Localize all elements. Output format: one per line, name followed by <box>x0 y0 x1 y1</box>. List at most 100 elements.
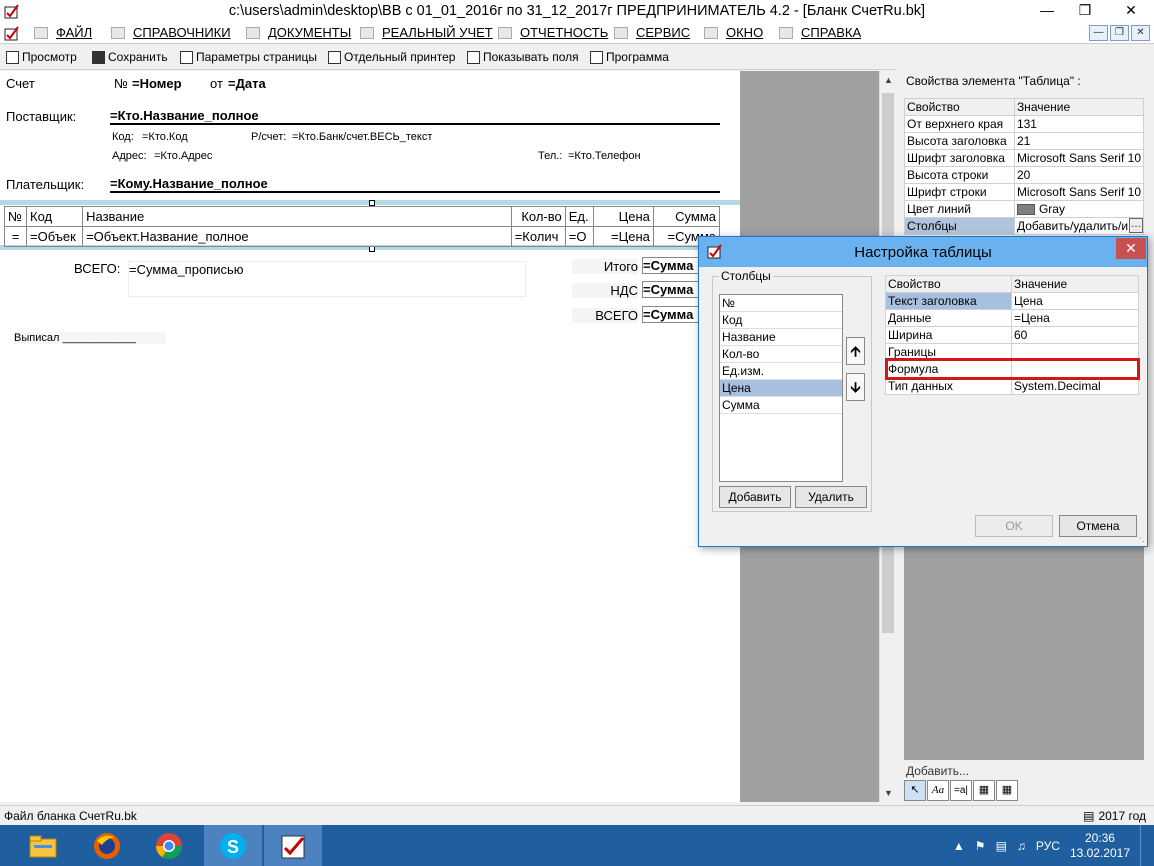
close-button[interactable]: ✕ <box>1108 0 1154 22</box>
show-fields-button[interactable]: Показывать поля <box>467 50 579 64</box>
total-words-field[interactable]: =Сумма_прописью <box>128 261 526 297</box>
property-value[interactable]: 60 <box>1011 326 1139 344</box>
property-row[interactable]: Тип данных System.Decimal <box>885 377 1139 395</box>
separate-printer-button[interactable]: Отдельный принтер <box>328 50 455 64</box>
payer-field[interactable]: =Кому.Название_полное <box>110 176 720 193</box>
signed-field[interactable]: Выписал ____________ <box>14 332 166 344</box>
date-prefix[interactable]: от <box>210 76 223 91</box>
code-label[interactable]: Код: <box>112 131 134 143</box>
property-row[interactable]: Столбцы Добавить/удалить/и… <box>904 217 1145 235</box>
menu-reports[interactable]: ОТЧЕТНОСТЬ <box>498 25 608 40</box>
ellipsis-button[interactable]: … <box>1129 218 1143 233</box>
list-item[interactable]: Код <box>720 312 842 329</box>
app-taskbar-icon[interactable] <box>264 825 322 866</box>
page-params-button[interactable]: Параметры страницы <box>180 50 317 64</box>
list-item[interactable]: Ед.изм. <box>720 363 842 380</box>
property-value[interactable]: Microsoft Sans Serif 10 <box>1013 149 1145 167</box>
image-tool-icon[interactable]: ▦ <box>973 780 995 801</box>
property-row[interactable]: Данные =Цена <box>885 309 1139 327</box>
account-field[interactable]: =Кто.Банк/счет.ВЕСЬ_текст <box>292 131 433 143</box>
file-explorer-icon[interactable] <box>14 825 72 866</box>
list-item[interactable]: Сумма <box>720 397 842 414</box>
preview-button[interactable]: Просмотр <box>6 50 77 64</box>
volume-icon[interactable]: ♫ <box>1017 839 1026 853</box>
mdi-close-button[interactable]: ✕ <box>1131 25 1150 41</box>
property-row[interactable]: Высота строки 20 <box>904 166 1145 184</box>
text-tool-icon[interactable]: Aa <box>927 780 949 801</box>
language-indicator[interactable]: РУС <box>1036 839 1060 853</box>
move-down-button[interactable]: 🡫 <box>846 373 865 401</box>
scroll-down-icon[interactable]: ▼ <box>884 788 893 798</box>
property-value[interactable]: Gray <box>1013 200 1145 218</box>
save-button[interactable]: Сохранить <box>92 50 168 64</box>
property-value[interactable]: Цена <box>1011 292 1139 310</box>
property-value[interactable]: System.Decimal <box>1011 377 1139 395</box>
itogo-label[interactable]: Итого <box>572 259 638 274</box>
property-value[interactable]: Microsoft Sans Serif 10 <box>1013 183 1145 201</box>
flag-icon[interactable]: ⚑ <box>975 839 986 853</box>
property-row[interactable]: Высота заголовка 21 <box>904 132 1145 150</box>
nds-label[interactable]: НДС <box>572 283 638 298</box>
property-row[interactable]: Шрифт строки Microsoft Sans Serif 10 <box>904 183 1145 201</box>
list-item[interactable]: Кол-во <box>720 346 842 363</box>
address-label[interactable]: Адрес: <box>112 150 147 162</box>
menu-real-accounting[interactable]: РЕАЛЬНЫЙ УЧЕТ <box>360 25 493 40</box>
account-label[interactable]: Р/счет: <box>251 131 287 143</box>
property-value[interactable]: =Цена <box>1011 309 1139 327</box>
pointer-tool-icon[interactable]: ↖ <box>904 780 926 801</box>
phone-field[interactable]: =Кто.Телефон <box>568 150 641 162</box>
menu-documents[interactable]: ДОКУМЕНТЫ <box>246 25 351 40</box>
supplier-field[interactable]: =Кто.Название_полное <box>110 108 720 125</box>
columns-list[interactable]: № Код Название Кол-во Ед.изм. Цена Сумма <box>719 294 843 482</box>
skype-icon[interactable]: S <box>204 825 262 866</box>
property-value[interactable]: Добавить/удалить/и… <box>1013 217 1145 235</box>
move-up-button[interactable]: 🡩 <box>846 337 865 365</box>
resize-grip-icon[interactable]: ⋱ <box>1135 533 1145 544</box>
list-item[interactable]: № <box>720 295 842 312</box>
minimize-button[interactable]: — <box>1032 0 1062 22</box>
property-value[interactable]: 20 <box>1013 166 1145 184</box>
number-field[interactable]: =Номер <box>132 76 182 91</box>
property-row[interactable]: От верхнего края 131 <box>904 115 1145 133</box>
network-icon[interactable]: ▤ <box>996 839 1007 853</box>
app-menu-icon[interactable] <box>4 25 20 41</box>
menu-file[interactable]: ФАЙЛ <box>34 25 92 40</box>
number-prefix[interactable]: № <box>114 76 128 91</box>
table-tool-icon[interactable]: ▦ <box>996 780 1018 801</box>
cancel-button[interactable]: Отмена <box>1059 515 1137 537</box>
firefox-icon[interactable] <box>78 825 136 866</box>
goods-table[interactable]: № Код Название Кол-во Ед. Цена Сумма = =… <box>3 206 721 247</box>
code-field[interactable]: =Кто.Код <box>142 131 188 143</box>
show-desktop-button[interactable] <box>1140 825 1146 866</box>
list-item[interactable]: Название <box>720 329 842 346</box>
menu-window[interactable]: ОКНО <box>704 25 763 40</box>
list-item-selected[interactable]: Цена <box>720 380 842 397</box>
ok-button[interactable]: OK <box>975 515 1053 537</box>
menu-help[interactable]: СПРАВКА <box>779 25 861 40</box>
dialog-title-bar[interactable]: Настройка таблицы ✕ <box>699 237 1147 267</box>
scroll-up-icon[interactable]: ▲ <box>884 75 893 85</box>
property-value[interactable]: 131 <box>1013 115 1145 133</box>
menu-references[interactable]: СПРАВОЧНИКИ <box>111 25 231 40</box>
maximize-button[interactable]: ❐ <box>1070 0 1100 22</box>
properties-grid[interactable]: Свойство Значение От верхнего края 131 Вы… <box>904 98 1145 235</box>
chrome-icon[interactable] <box>140 825 198 866</box>
supplier-label[interactable]: Поставщик: <box>6 109 77 124</box>
dialog-close-button[interactable]: ✕ <box>1116 238 1146 259</box>
property-row[interactable]: Шрифт заголовка Microsoft Sans Serif 10 <box>904 149 1145 167</box>
mdi-restore-button[interactable]: ❐ <box>1110 25 1129 41</box>
date-field[interactable]: =Дата <box>228 76 266 91</box>
vsego-label[interactable]: ВСЕГО <box>572 308 638 323</box>
field-tool-icon[interactable]: =a| <box>950 780 972 801</box>
show-hidden-icons-icon[interactable]: ▲ <box>953 839 965 853</box>
mdi-minimize-button[interactable]: — <box>1089 25 1108 41</box>
property-row[interactable]: Цвет линий Gray <box>904 200 1145 218</box>
payer-label[interactable]: Плательщик: <box>6 177 85 192</box>
program-button[interactable]: Программа <box>590 50 669 64</box>
invoice-label[interactable]: Счет <box>6 76 35 91</box>
address-field[interactable]: =Кто.Адрес <box>154 150 213 162</box>
property-value[interactable]: 21 <box>1013 132 1145 150</box>
property-row[interactable]: Текст заголовка Цена <box>885 292 1139 310</box>
add-column-button[interactable]: Добавить <box>719 486 791 508</box>
total-words-label[interactable]: ВСЕГО: <box>74 261 121 276</box>
